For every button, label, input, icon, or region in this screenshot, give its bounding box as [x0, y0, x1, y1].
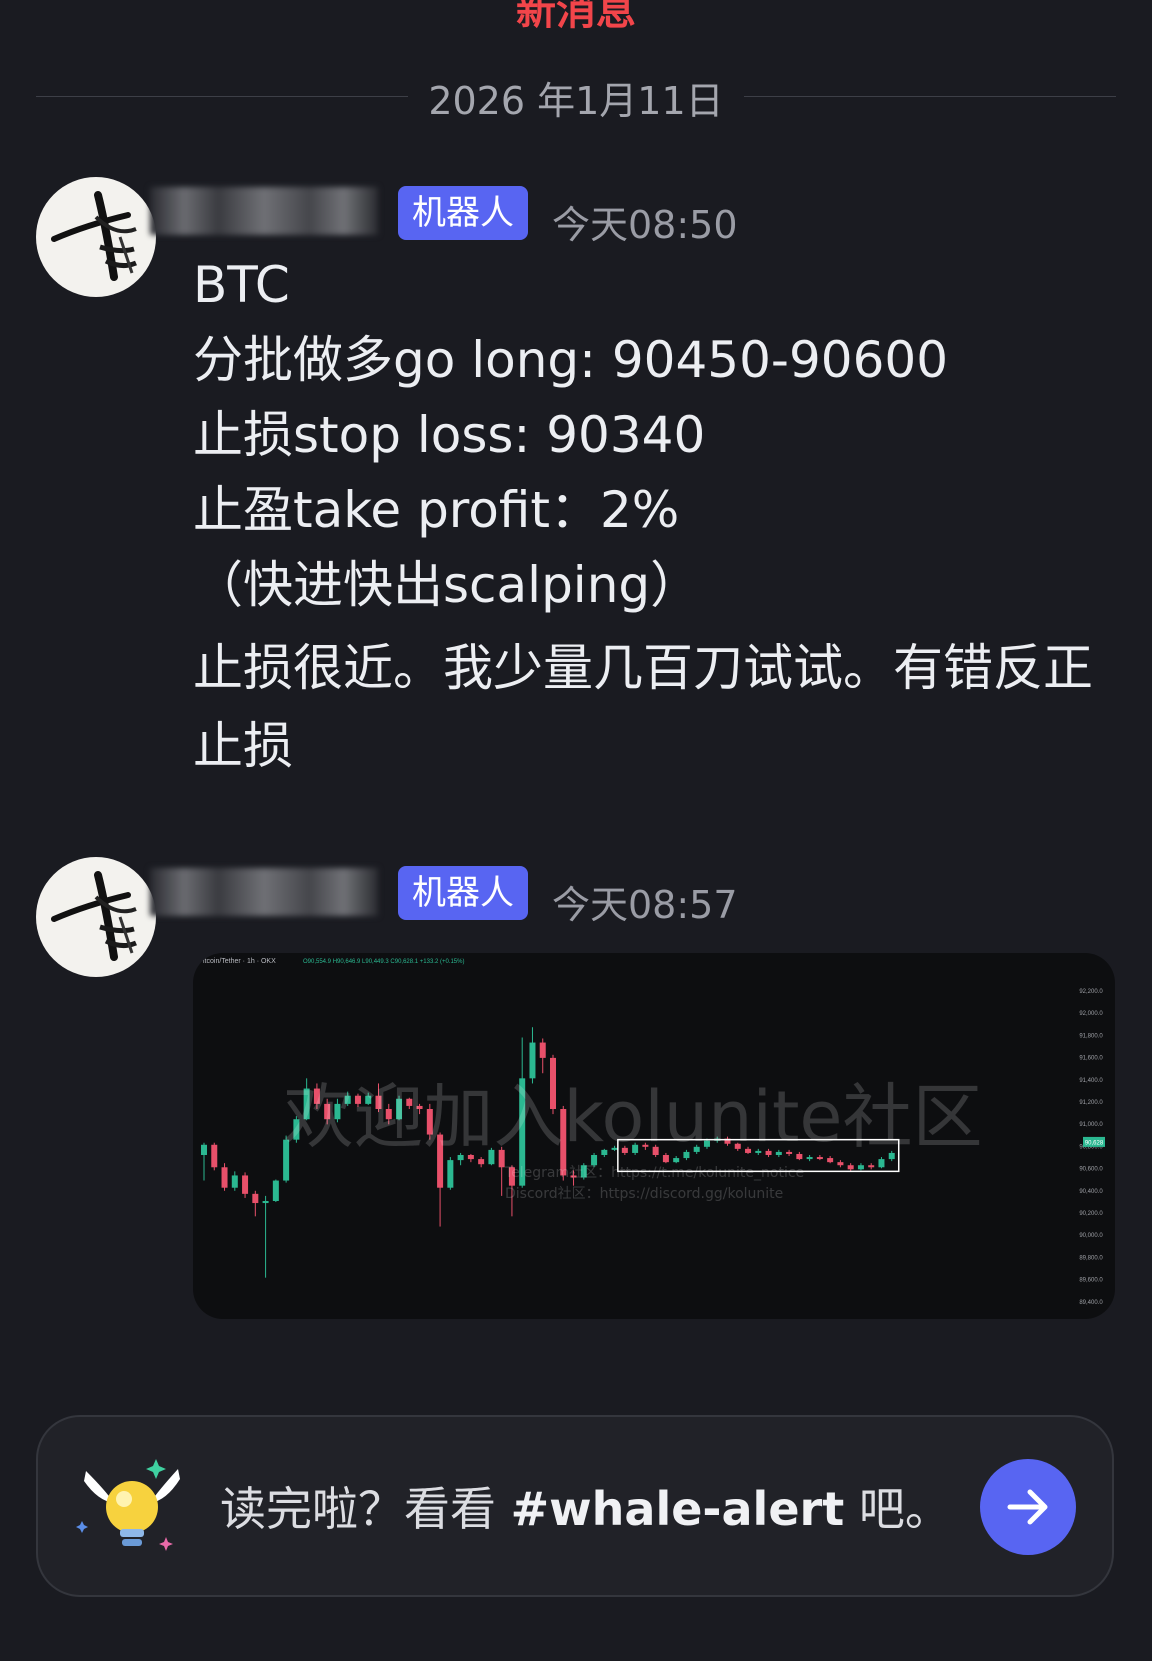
candle-body — [529, 1042, 536, 1079]
candle-body — [447, 1160, 454, 1188]
new-messages-label: 新消息 — [516, 0, 636, 34]
avatar[interactable] — [36, 177, 156, 297]
price-tick-label: 90,600.0 — [1079, 1167, 1103, 1173]
candle-body — [221, 1167, 228, 1188]
candle-body — [857, 1165, 864, 1170]
chart-header: itcoin/Tether · 1h · OKX — [203, 958, 276, 965]
price-tick-label: 92,200.0 — [1079, 989, 1103, 995]
candlestick-chart: itcoin/Tether · 1h · OKX O90,554.9 H90,6… — [201, 958, 1105, 1306]
candle-body — [878, 1159, 885, 1168]
candle-body — [673, 1158, 680, 1163]
candle-body — [837, 1162, 844, 1166]
bot-badge: 机器人 — [398, 866, 528, 920]
candle-body — [539, 1042, 546, 1058]
calligraphy-avatar-icon — [51, 871, 137, 961]
avatar[interactable] — [36, 857, 156, 977]
watermark-discord: Discord社区：https://discord.gg/kolunite — [505, 1186, 783, 1202]
prompt-prefix: 读完啦？看看 — [220, 1482, 511, 1536]
candle-body — [252, 1193, 259, 1204]
watermark-telegram: Telegram社区：https://t.me/kolunite_notice — [504, 1165, 804, 1181]
candle-body — [211, 1144, 218, 1168]
message-note: 止损很近。我少量几百刀试试。有错反正止损 — [193, 639, 1093, 775]
chart-image-attachment[interactable]: itcoin/Tether · 1h · OKX O90,554.9 H90,6… — [193, 953, 1115, 1319]
candle-body — [847, 1165, 854, 1170]
message-timestamp: 今天08:57 — [552, 883, 738, 927]
arrow-right-icon — [1007, 1489, 1048, 1525]
candle-body — [201, 1144, 207, 1155]
candle-body — [262, 1201, 269, 1204]
date-divider: 2026 年1月11日 — [36, 66, 1116, 126]
username-redacted[interactable] — [150, 187, 378, 235]
price-tick-label: 90,000.0 — [1079, 1233, 1103, 1239]
candle-body — [827, 1158, 834, 1163]
current-price-label: 90,628 — [1085, 1140, 1104, 1146]
candle-body — [478, 1159, 485, 1165]
go-to-channel-button[interactable] — [980, 1459, 1076, 1555]
price-tick-label: 91,600.0 — [1079, 1056, 1103, 1062]
message-line: BTC — [193, 256, 290, 314]
price-tick-label: 90,200.0 — [1079, 1211, 1103, 1217]
price-tick-label: 91,800.0 — [1079, 1033, 1103, 1039]
price-tick-label: 92,000.0 — [1079, 1011, 1103, 1017]
read-complete-prompt[interactable]: 读完啦？看看 #whale-alert 吧。 — [36, 1415, 1114, 1597]
chart-watermark: 欢迎加入kolunite社区 — [283, 1076, 982, 1158]
price-tick-label: 89,400.0 — [1079, 1300, 1103, 1306]
message-line: （快进快出scalping） — [193, 556, 701, 614]
price-tick-label: 89,800.0 — [1079, 1255, 1103, 1261]
date-divider-text: 2026 年1月11日 — [428, 79, 724, 123]
winged-lightbulb-icon — [76, 1459, 180, 1551]
price-tick-label: 91,200.0 — [1079, 1100, 1103, 1106]
bot-badge: 机器人 — [398, 186, 528, 240]
price-tick-label: 90,400.0 — [1079, 1189, 1103, 1195]
candle-body — [868, 1165, 875, 1168]
candle-body — [272, 1180, 279, 1201]
message-line: 止盈take profit：2% — [193, 481, 680, 539]
price-tick-label: 89,600.0 — [1079, 1278, 1103, 1284]
candle-body — [231, 1175, 238, 1188]
message-content: BTC 分批做多go long: 90450-90600 止损stop loss… — [193, 248, 1123, 785]
prompt-suffix: 吧。 — [844, 1482, 951, 1536]
chart-ohlc: O90,554.9 H90,646.9 L90,449.3 C90,628.1 … — [303, 959, 464, 965]
message-timestamp: 今天08:50 — [552, 203, 738, 247]
candle-body — [242, 1175, 249, 1194]
prompt-text: 读完啦？看看 #whale-alert 吧。 — [220, 1473, 951, 1539]
message-line: 止损stop loss: 90340 — [193, 406, 706, 464]
channel-link[interactable]: #whale-alert — [511, 1482, 845, 1536]
username-redacted[interactable] — [150, 868, 378, 916]
price-tick-label: 91,000.0 — [1079, 1122, 1103, 1128]
message-line: 分批做多go long: 90450-90600 — [193, 331, 949, 389]
price-tick-label: 91,400.0 — [1079, 1078, 1103, 1084]
calligraphy-avatar-icon — [51, 191, 137, 281]
